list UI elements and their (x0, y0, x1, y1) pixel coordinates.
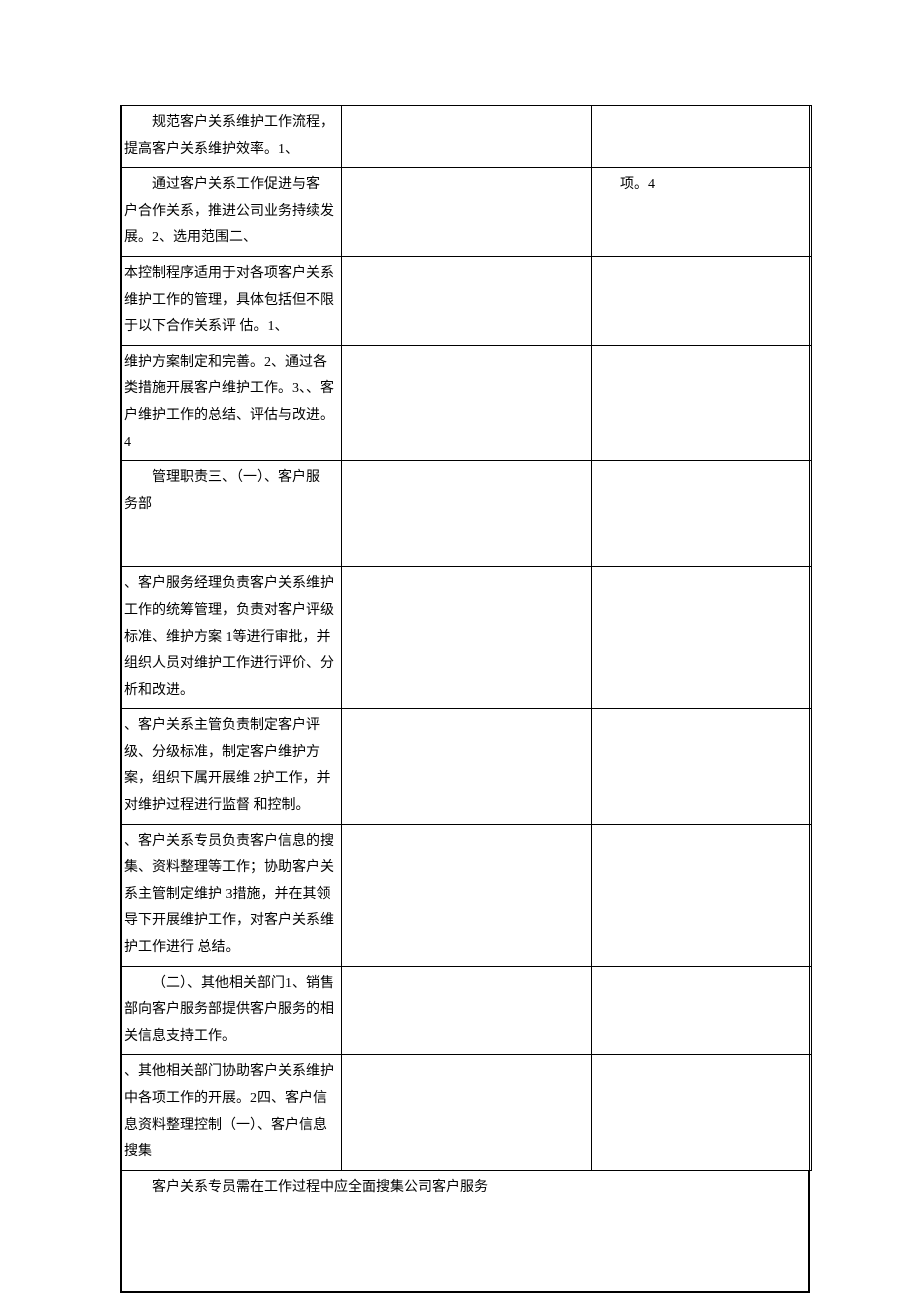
row-4: 维护方案制定和完善。2、通过各类措施开展客户维护工作。3、、客户维护工作的总结、… (121, 346, 812, 461)
cell-left-8: 、客户关系专员负责客户信息的搜集、资料整理等工作；协助客户关系主管制定维护 3措… (122, 825, 342, 966)
row-3: 本控制程序适用于对各项客户关系维护工作的管理，具体包括但不限于以下合作关系评 估… (121, 257, 812, 346)
text: 、客户关系专员负责客户信息的搜集、资料整理等工作；协助客户关系主管制定维护 3措… (124, 832, 334, 957)
cell-mid-9 (342, 967, 592, 1055)
text: 、其他相关部门协助客户关系维护中各项工作的开展。2四、客户信息资料整理控制（一）… (124, 1062, 334, 1161)
cell-right-6 (592, 567, 812, 708)
text: 部向客户服务部提供客户服务的相关信息支持工作。 (124, 1000, 334, 1046)
cell-right-2: 项。4 (592, 168, 812, 256)
cell-left-2: 通过客户关系工作促进与客 户合作关系，推进公司业务持续发展。2、选用范围二、 (122, 168, 342, 256)
cell-left-3: 本控制程序适用于对各项客户关系维护工作的管理，具体包括但不限于以下合作关系评 估… (122, 257, 342, 345)
cell-mid-2 (342, 168, 592, 256)
text: 提高客户关系维护效率。1、 (124, 140, 299, 159)
text: 项。4 (620, 177, 655, 192)
cell-right-10 (592, 1055, 812, 1170)
row-6: 、客户服务经理负责客户关系维护工作的统筹管理，负责对客户评级标准、维护方案 1等… (121, 567, 812, 709)
text: 规范客户关系维护工作流程， (124, 110, 337, 137)
cell-mid-10 (342, 1055, 592, 1170)
cell-left-7: 、客户关系主管负责制定客户评级、分级标准，制定客户维护方案，组织下属开展维 2护… (122, 709, 342, 824)
cell-left-4: 维护方案制定和完善。2、通过各类措施开展客户维护工作。3、、客户维护工作的总结、… (122, 346, 342, 461)
row-8: 、客户关系专员负责客户信息的搜集、资料整理等工作；协助客户关系主管制定维护 3措… (121, 825, 812, 967)
text: 通过客户关系工作促进与客 (124, 172, 337, 199)
row-9: （二）、其他相关部门1、销售 部向客户服务部提供客户服务的相关信息支持工作。 (121, 967, 812, 1056)
text: 、客户服务经理负责客户关系维护工作的统筹管理，负责对客户评级标准、维护方案 1等… (124, 574, 334, 699)
text: （二）、其他相关部门1、销售 (124, 971, 337, 998)
text: 管理职责三、（一）、客户服 务部 (124, 465, 337, 518)
cell-mid-5 (342, 461, 592, 567)
text: 维护方案制定和完善。2、通过各类措施开展客户维护工作。3、、客户维护工作的总结、… (124, 353, 334, 452)
row-10: 、其他相关部门协助客户关系维护中各项工作的开展。2四、客户信息资料整理控制（一）… (121, 1055, 812, 1170)
cell-left-1: 规范客户关系维护工作流程， 提高客户关系维护效率。1、 (122, 106, 342, 168)
document-table-wrapper: 规范客户关系维护工作流程， 提高客户关系维护效率。1、 通过客户关系工作促进与客… (120, 105, 810, 1293)
cell-left-9: （二）、其他相关部门1、销售 部向客户服务部提供客户服务的相关信息支持工作。 (122, 967, 342, 1055)
text: 、客户关系主管负责制定客户评级、分级标准，制定客户维护方案，组织下属开展维 2护… (124, 716, 331, 815)
cell-mid-8 (342, 825, 592, 966)
cell-mid-6 (342, 567, 592, 708)
bottom-text: 客户关系专员需在工作过程中应全面搜集公司客户服务 (124, 1175, 806, 1202)
cell-right-1 (592, 106, 812, 168)
text: 户合作关系，推进公司业务持续发展。2、选用范围二、 (124, 202, 334, 248)
cell-right-5 (592, 461, 812, 567)
bottom-full-row: 客户关系专员需在工作过程中应全面搜集公司客户服务 (121, 1171, 809, 1293)
row-7: 、客户关系主管负责制定客户评级、分级标准，制定客户维护方案，组织下属开展维 2护… (121, 709, 812, 824)
cell-mid-7 (342, 709, 592, 824)
cell-right-7 (592, 709, 812, 824)
row-2: 通过客户关系工作促进与客 户合作关系，推进公司业务持续发展。2、选用范围二、 项… (121, 168, 812, 257)
cell-mid-4 (342, 346, 592, 461)
text: 本控制程序适用于对各项客户关系维护工作的管理，具体包括但不限于以下合作关系评 估… (124, 264, 334, 336)
cell-left-5: 管理职责三、（一）、客户服 务部 (122, 461, 342, 567)
row-5: 管理职责三、（一）、客户服 务部 (121, 461, 812, 567)
cell-right-3 (592, 257, 812, 345)
row-1: 规范客户关系维护工作流程， 提高客户关系维护效率。1、 (121, 105, 812, 168)
cell-mid-1 (342, 106, 592, 168)
cell-left-6: 、客户服务经理负责客户关系维护工作的统筹管理，负责对客户评级标准、维护方案 1等… (122, 567, 342, 708)
cell-right-9 (592, 967, 812, 1055)
cell-left-10: 、其他相关部门协助客户关系维护中各项工作的开展。2四、客户信息资料整理控制（一）… (122, 1055, 342, 1170)
cell-right-4 (592, 346, 812, 461)
cell-mid-3 (342, 257, 592, 345)
cell-right-8 (592, 825, 812, 966)
